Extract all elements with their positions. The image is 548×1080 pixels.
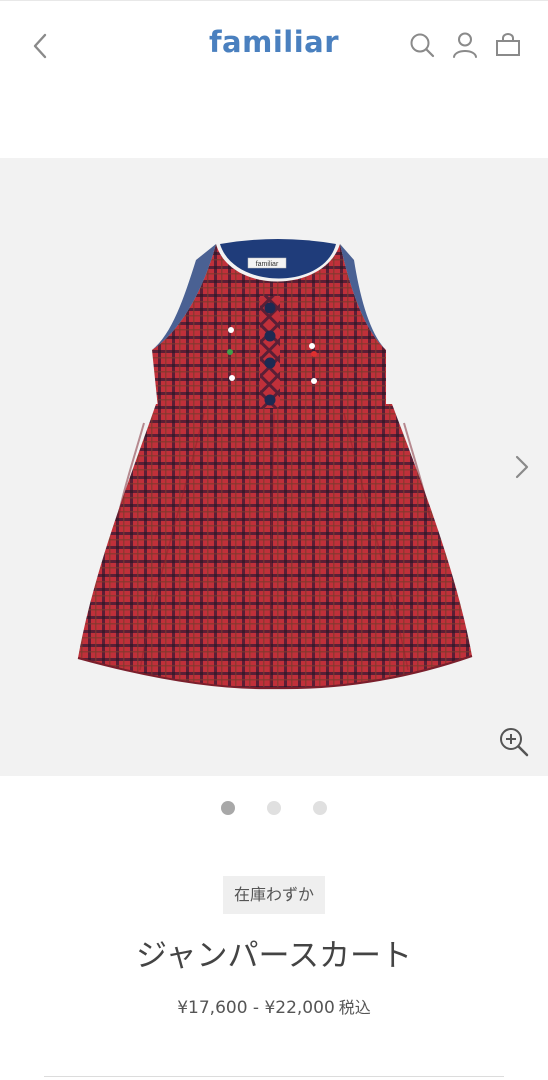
site-header: familiar — [0, 0, 548, 90]
price-range: ¥17,600 - ¥22,000 — [177, 998, 335, 1018]
tax-label: 税込 — [338, 998, 371, 1017]
garment-label: familiar — [256, 261, 279, 268]
pagination-dot[interactable] — [313, 801, 328, 815]
pagination-dot[interactable] — [267, 801, 281, 815]
zoom-in-icon[interactable] — [498, 726, 530, 758]
search-icon[interactable] — [408, 31, 436, 59]
product-image[interactable]: familiar — [74, 238, 476, 693]
product-price: ¥17,600 - ¥22,000 税込 — [0, 994, 548, 1018]
product-title: ジャンパースカート — [136, 938, 412, 974]
cart-bag-icon[interactable] — [494, 31, 522, 59]
product-image-gallery[interactable]: familiar — [0, 158, 548, 776]
pagination-dot[interactable] — [220, 801, 235, 815]
account-icon[interactable] — [451, 31, 479, 59]
stock-status-badge: 在庫わずか — [223, 876, 325, 914]
gallery-pagination — [0, 801, 548, 817]
section-divider — [44, 1076, 504, 1077]
next-image-chevron-icon[interactable] — [510, 451, 534, 483]
